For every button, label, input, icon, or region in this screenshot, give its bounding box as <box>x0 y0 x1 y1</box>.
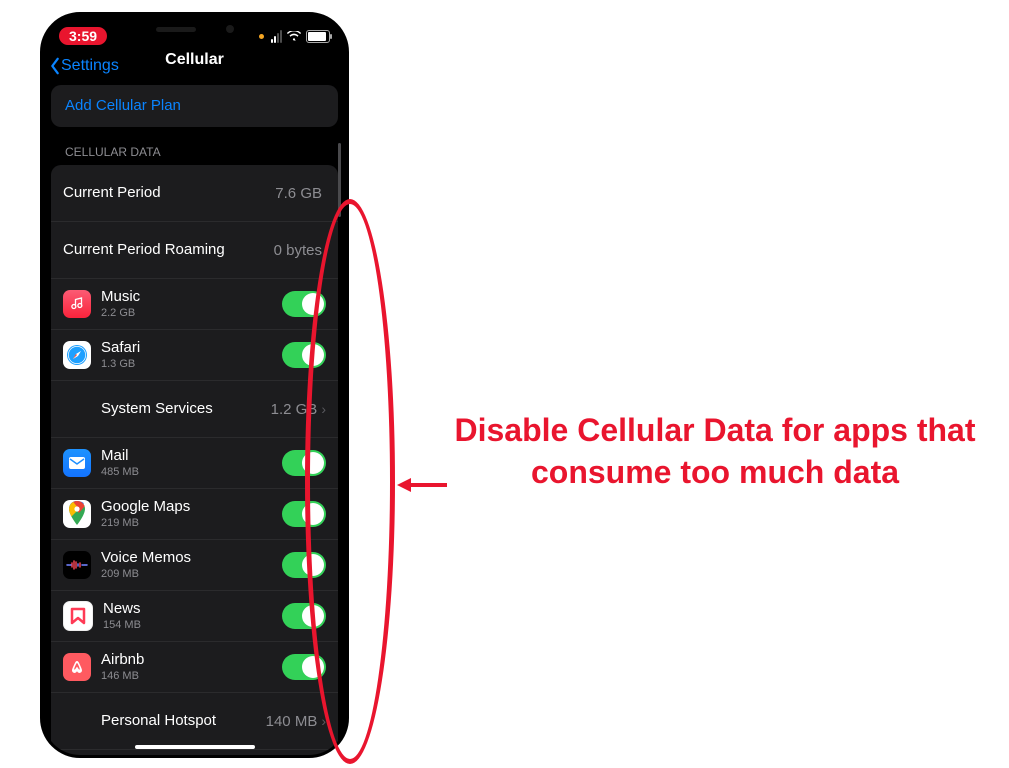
cellular-toggle-news[interactable] <box>282 603 326 629</box>
cellular-toggle-google-maps[interactable] <box>282 501 326 527</box>
recording-indicator-icon <box>259 34 264 39</box>
chevron-right-icon: › <box>321 401 326 417</box>
back-label: Settings <box>61 57 119 75</box>
news-app-icon <box>63 601 93 631</box>
app-name: Airbnb <box>101 652 144 669</box>
app-usage: 2.2 GB <box>101 307 140 319</box>
status-time: 3:59 <box>59 27 107 45</box>
app-name: Music <box>101 289 140 306</box>
cellular-toggle-safari[interactable] <box>282 342 326 368</box>
safari-app-icon <box>63 341 91 369</box>
system-services-row[interactable]: System Services 1.2 GB › <box>51 380 338 437</box>
voice-memos-app-icon <box>63 551 91 579</box>
app-name: Mail <box>101 448 139 465</box>
cellular-toggle-music[interactable] <box>282 291 326 317</box>
app-row-google-maps: Google Maps 219 MB <box>51 488 338 539</box>
personal-hotspot-row[interactable]: Personal Hotspot 140 MB › <box>51 692 338 749</box>
app-row-voice-memos: Voice Memos 209 MB <box>51 539 338 590</box>
app-name: Voice Memos <box>101 550 191 567</box>
app-row-safari: Safari 1.3 GB <box>51 329 338 380</box>
app-row-youtube: YouTube 140 MB <box>51 749 338 758</box>
app-usage: 209 MB <box>101 568 191 580</box>
chevron-left-icon <box>49 57 61 75</box>
app-name: Safari <box>101 340 140 357</box>
personal-hotspot-value: 140 MB <box>266 713 318 730</box>
app-name: Google Maps <box>101 499 190 516</box>
notch <box>130 15 260 43</box>
current-period-roaming-row: Current Period Roaming 0 bytes <box>51 221 338 278</box>
current-period-label: Current Period <box>63 185 161 202</box>
mail-app-icon <box>63 449 91 477</box>
annotation-text: Disable Cellular Data for apps that cons… <box>450 410 980 493</box>
app-usage: 485 MB <box>101 466 139 478</box>
scroll-indicator[interactable] <box>338 143 341 217</box>
music-app-icon <box>63 290 91 318</box>
roaming-label: Current Period Roaming <box>63 242 225 259</box>
cellular-toggle-airbnb[interactable] <box>282 654 326 680</box>
app-usage: 1.3 GB <box>101 358 140 370</box>
google-maps-app-icon <box>63 500 91 528</box>
airbnb-app-icon <box>63 653 91 681</box>
cellular-data-header: CELLULAR DATA <box>51 145 338 165</box>
back-button[interactable]: Settings <box>49 57 119 75</box>
annotation-arrow-icon <box>395 475 450 495</box>
system-services-label: System Services <box>101 401 213 418</box>
current-period-row: Current Period 7.6 GB <box>51 165 338 221</box>
app-usage: 219 MB <box>101 517 190 529</box>
chevron-right-icon: › <box>321 713 326 729</box>
app-usage: 146 MB <box>101 670 144 682</box>
app-usage: 154 MB <box>103 619 141 631</box>
app-row-music: Music 2.2 GB <box>51 278 338 329</box>
roaming-value: 0 bytes <box>274 242 322 259</box>
cellular-toggle-mail[interactable] <box>282 450 326 476</box>
phone-frame: 3:59 Cellular Settings Add Cellular Plan… <box>40 12 349 758</box>
cellular-toggle-voice-memos[interactable] <box>282 552 326 578</box>
app-row-airbnb: Airbnb 146 MB <box>51 641 338 692</box>
personal-hotspot-label: Personal Hotspot <box>101 713 216 730</box>
home-indicator[interactable] <box>135 745 255 749</box>
app-name: News <box>103 601 141 618</box>
cellular-signal-icon <box>271 30 282 43</box>
app-row-news: News 154 MB <box>51 590 338 641</box>
app-row-mail: Mail 485 MB <box>51 437 338 488</box>
system-services-value: 1.2 GB <box>271 401 318 418</box>
battery-icon <box>306 30 330 43</box>
current-period-value: 7.6 GB <box>275 185 322 202</box>
add-cellular-plan-button[interactable]: Add Cellular Plan <box>51 85 338 127</box>
add-cellular-plan-label: Add Cellular Plan <box>65 97 181 114</box>
wifi-icon <box>287 31 301 41</box>
